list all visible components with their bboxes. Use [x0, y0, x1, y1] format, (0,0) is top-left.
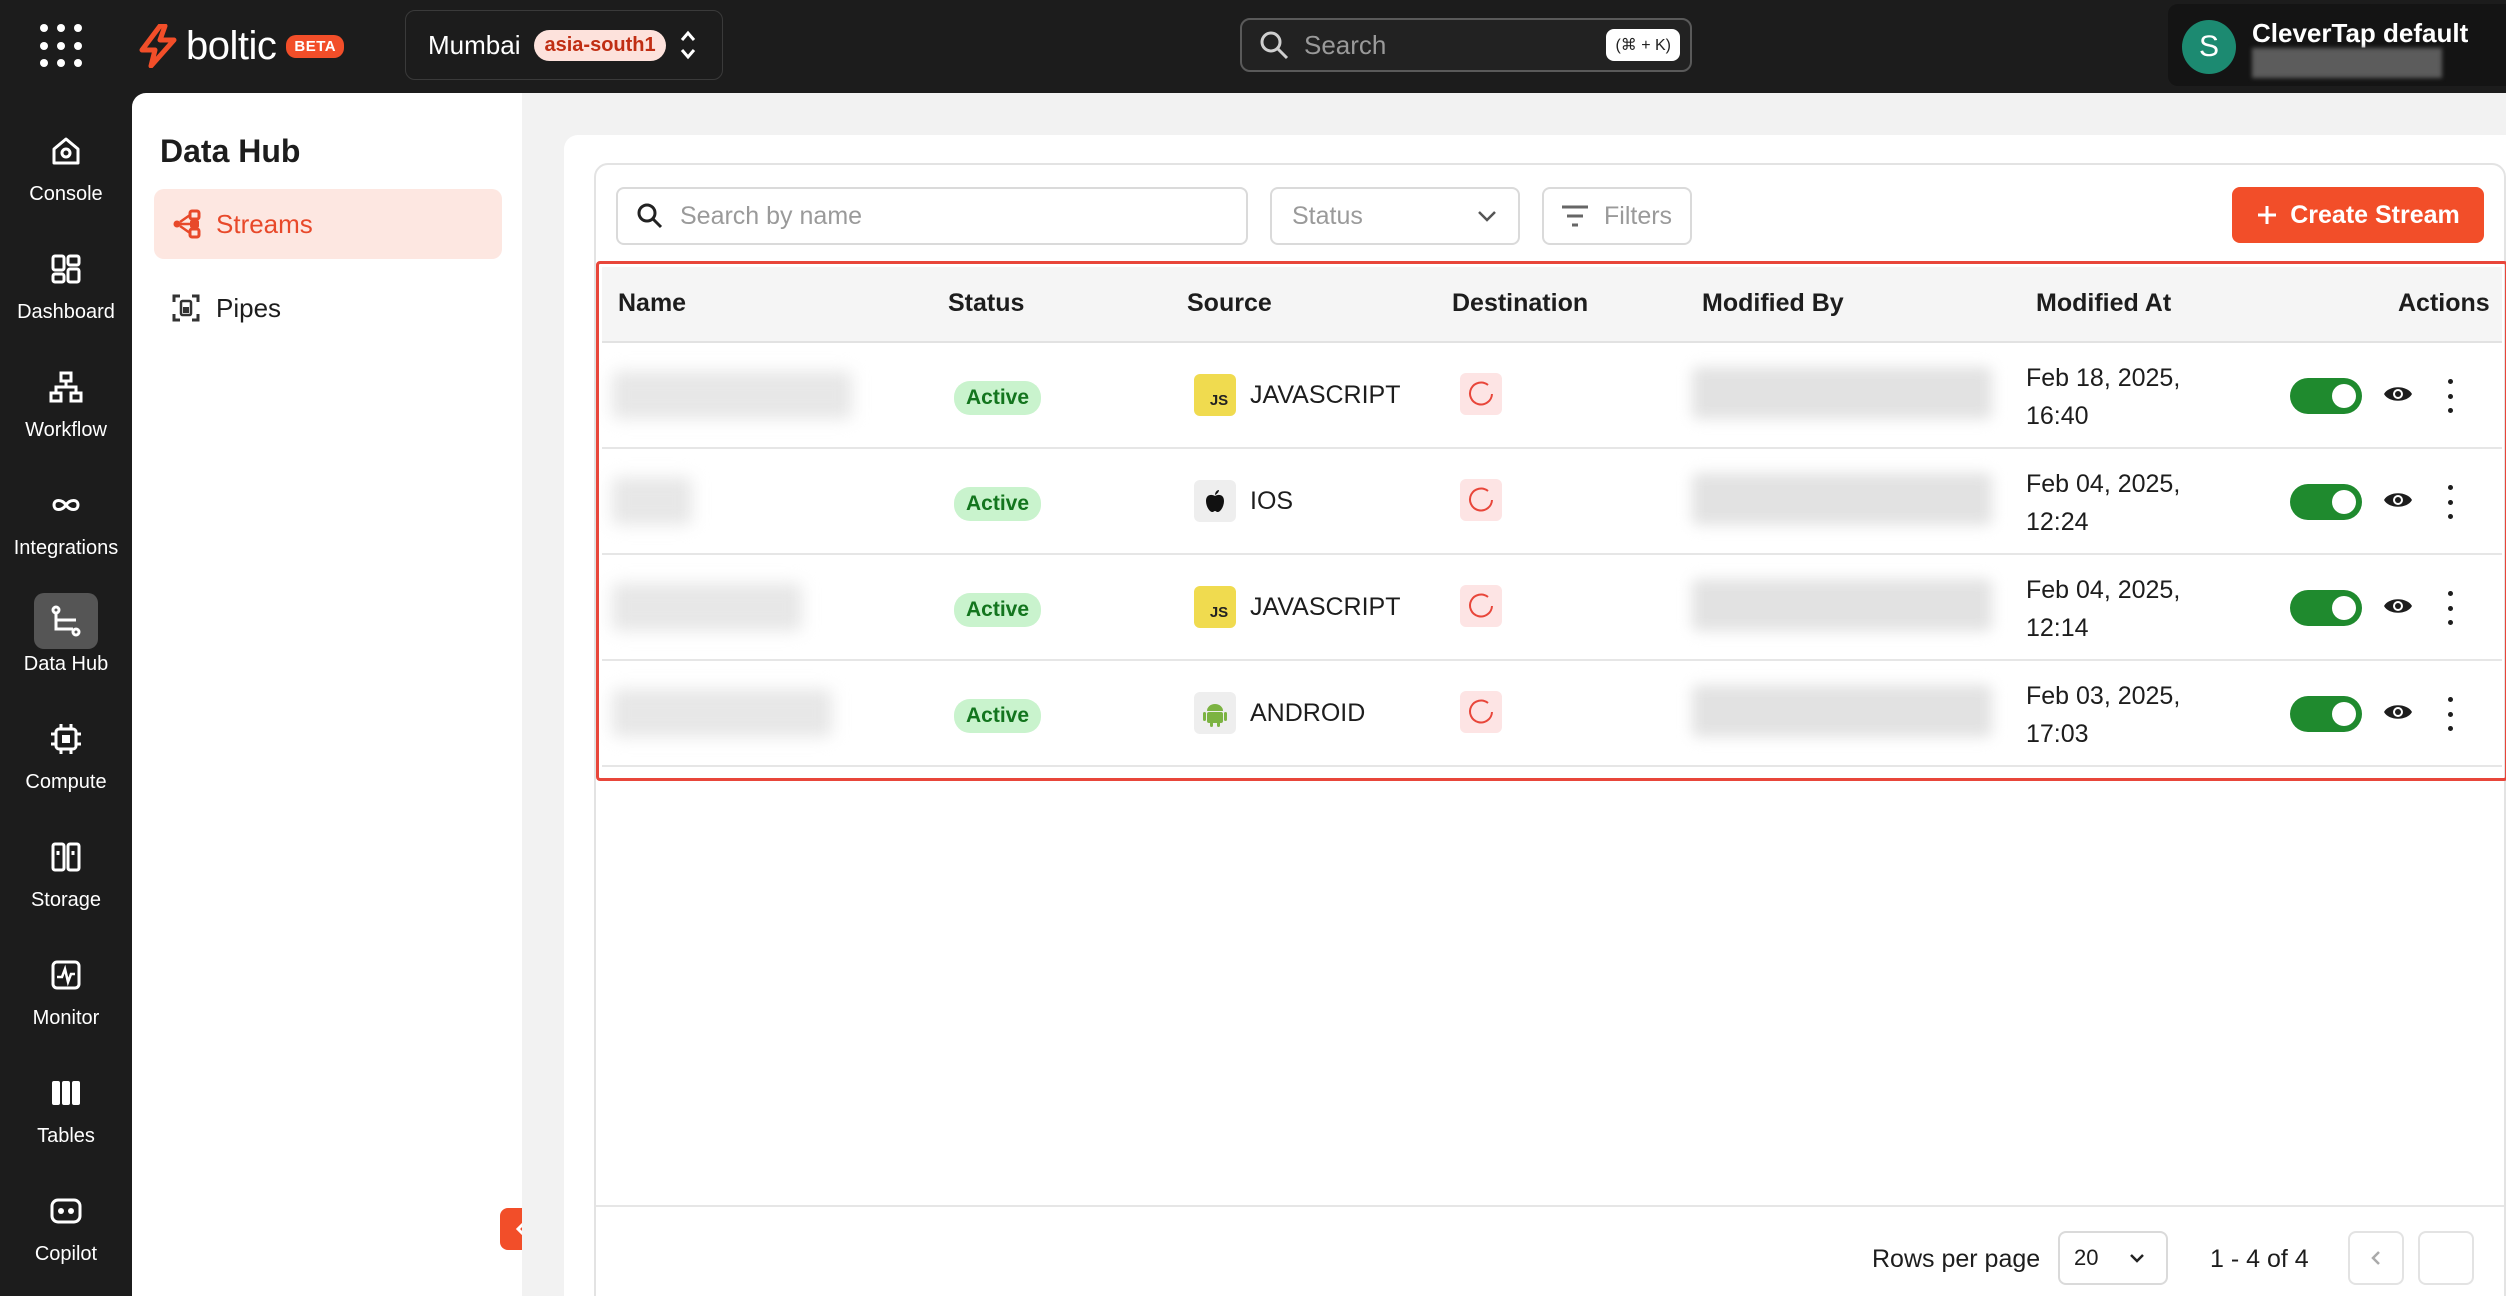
status-dropdown-placeholder: Status: [1292, 201, 1363, 230]
bolt-logo-icon: [139, 24, 177, 68]
rail-label: Data Hub: [23, 653, 109, 675]
dashboard-icon: [34, 241, 98, 297]
region-code-badge: asia-south1: [534, 29, 666, 61]
subnav-title: Data Hub: [160, 133, 301, 169]
rail-label: Copilot: [34, 1243, 98, 1265]
left-rail: Console Dashboard Workflow Integrations …: [0, 93, 132, 1296]
workflow-icon: [34, 359, 98, 415]
search-by-name-placeholder: Search by name: [680, 201, 863, 230]
data-hub-icon: [34, 593, 98, 649]
create-stream-button[interactable]: Create Stream: [2232, 187, 2484, 243]
rail-label: Console: [29, 183, 103, 205]
data-hub-subnav: Data Hub Streams Pipes: [132, 93, 522, 1296]
filters-label: Filters: [1604, 201, 1673, 230]
subnav-item-streams[interactable]: Streams: [154, 189, 502, 259]
rail-item-console[interactable]: Console: [0, 123, 132, 223]
create-stream-label: Create Stream: [2290, 200, 2460, 229]
rail-item-dashboard[interactable]: Dashboard: [0, 241, 132, 341]
rows-per-page-label: Rows per page: [1872, 1245, 2041, 1273]
subnav-item-pipes[interactable]: Pipes: [154, 273, 502, 343]
rail-label: Dashboard: [17, 301, 115, 323]
search-by-name-input[interactable]: Search by name: [616, 187, 1248, 245]
rail-label: Compute: [25, 771, 107, 793]
rows-per-page-value: 20: [2074, 1245, 2099, 1270]
monitor-icon: [34, 947, 98, 1003]
rail-item-storage[interactable]: Storage: [0, 829, 132, 929]
global-search-placeholder: Search: [1304, 29, 1387, 60]
rail-label: Storage: [30, 889, 102, 911]
infinity-icon: [34, 477, 98, 533]
rows-per-page-select[interactable]: 20: [2058, 1231, 2168, 1285]
region-name: Mumbai: [428, 29, 521, 60]
next-page-button[interactable]: [2418, 1231, 2474, 1285]
rail-item-monitor[interactable]: Monitor: [0, 947, 132, 1047]
rail-label: Workflow: [25, 419, 107, 441]
filters-button[interactable]: Filters: [1542, 187, 1692, 245]
chip-icon: [34, 711, 98, 767]
chevron-down-icon: [1478, 211, 1496, 222]
search-icon: [1260, 31, 1289, 60]
rail-item-workflow[interactable]: Workflow: [0, 359, 132, 459]
rail-item-tables[interactable]: Tables: [0, 1065, 132, 1165]
pagination-range: 1 - 4 of 4: [2210, 1245, 2309, 1273]
plus-icon: [2258, 206, 2277, 224]
chevron-left-icon: [2371, 1251, 2380, 1265]
pipes-icon: [172, 294, 200, 322]
chevron-down-icon: [2130, 1254, 2145, 1263]
avatar: S: [2182, 20, 2236, 74]
rail-item-compute[interactable]: Compute: [0, 711, 132, 811]
pagination-footer: Rows per page 20 1 - 4 of 4: [596, 1205, 2504, 1296]
previous-page-button[interactable]: [2348, 1231, 2404, 1285]
streams-card: Search by name Status Filters Create Str…: [594, 163, 2506, 1296]
storage-icon: [34, 829, 98, 885]
global-search[interactable]: Search (⌘ + K): [1240, 18, 1692, 72]
search-icon: [637, 203, 663, 229]
rail-label: Monitor: [32, 1007, 100, 1029]
region-selector[interactable]: Mumbai asia-south1: [405, 10, 723, 80]
account-switcher[interactable]: S CleverTap default: [2168, 4, 2506, 86]
copilot-icon: [34, 1183, 98, 1239]
rail-item-data-hub[interactable]: Data Hub: [0, 593, 132, 693]
account-name: CleverTap default: [2252, 18, 2469, 48]
tables-icon: [34, 1065, 98, 1121]
rail-label: Integrations: [13, 537, 119, 559]
chevron-up-down-icon: [678, 27, 698, 63]
subnav-label: Pipes: [216, 292, 282, 323]
table-highlight-box: [596, 261, 2506, 781]
status-dropdown[interactable]: Status: [1270, 187, 1520, 245]
top-bar: boltic BETA Mumbai asia-south1 Search (⌘…: [0, 0, 2506, 93]
search-shortcut: (⌘ + K): [1606, 29, 1680, 61]
filter-icon: [1562, 205, 1588, 227]
apps-grid-icon[interactable]: [40, 24, 84, 68]
logo-text: boltic: [186, 23, 277, 68]
streams-icon: [173, 209, 201, 239]
main-content: Search by name Status Filters Create Str…: [522, 93, 2506, 1296]
account-email-redacted: [2252, 48, 2442, 78]
logo[interactable]: boltic BETA: [138, 22, 345, 70]
subnav-label: Streams: [216, 208, 313, 239]
beta-badge: BETA: [286, 34, 345, 58]
home-icon: [34, 123, 98, 179]
rail-item-integrations[interactable]: Integrations: [0, 477, 132, 577]
rail-item-copilot[interactable]: Copilot: [0, 1183, 132, 1283]
rail-label: Tables: [37, 1125, 95, 1147]
